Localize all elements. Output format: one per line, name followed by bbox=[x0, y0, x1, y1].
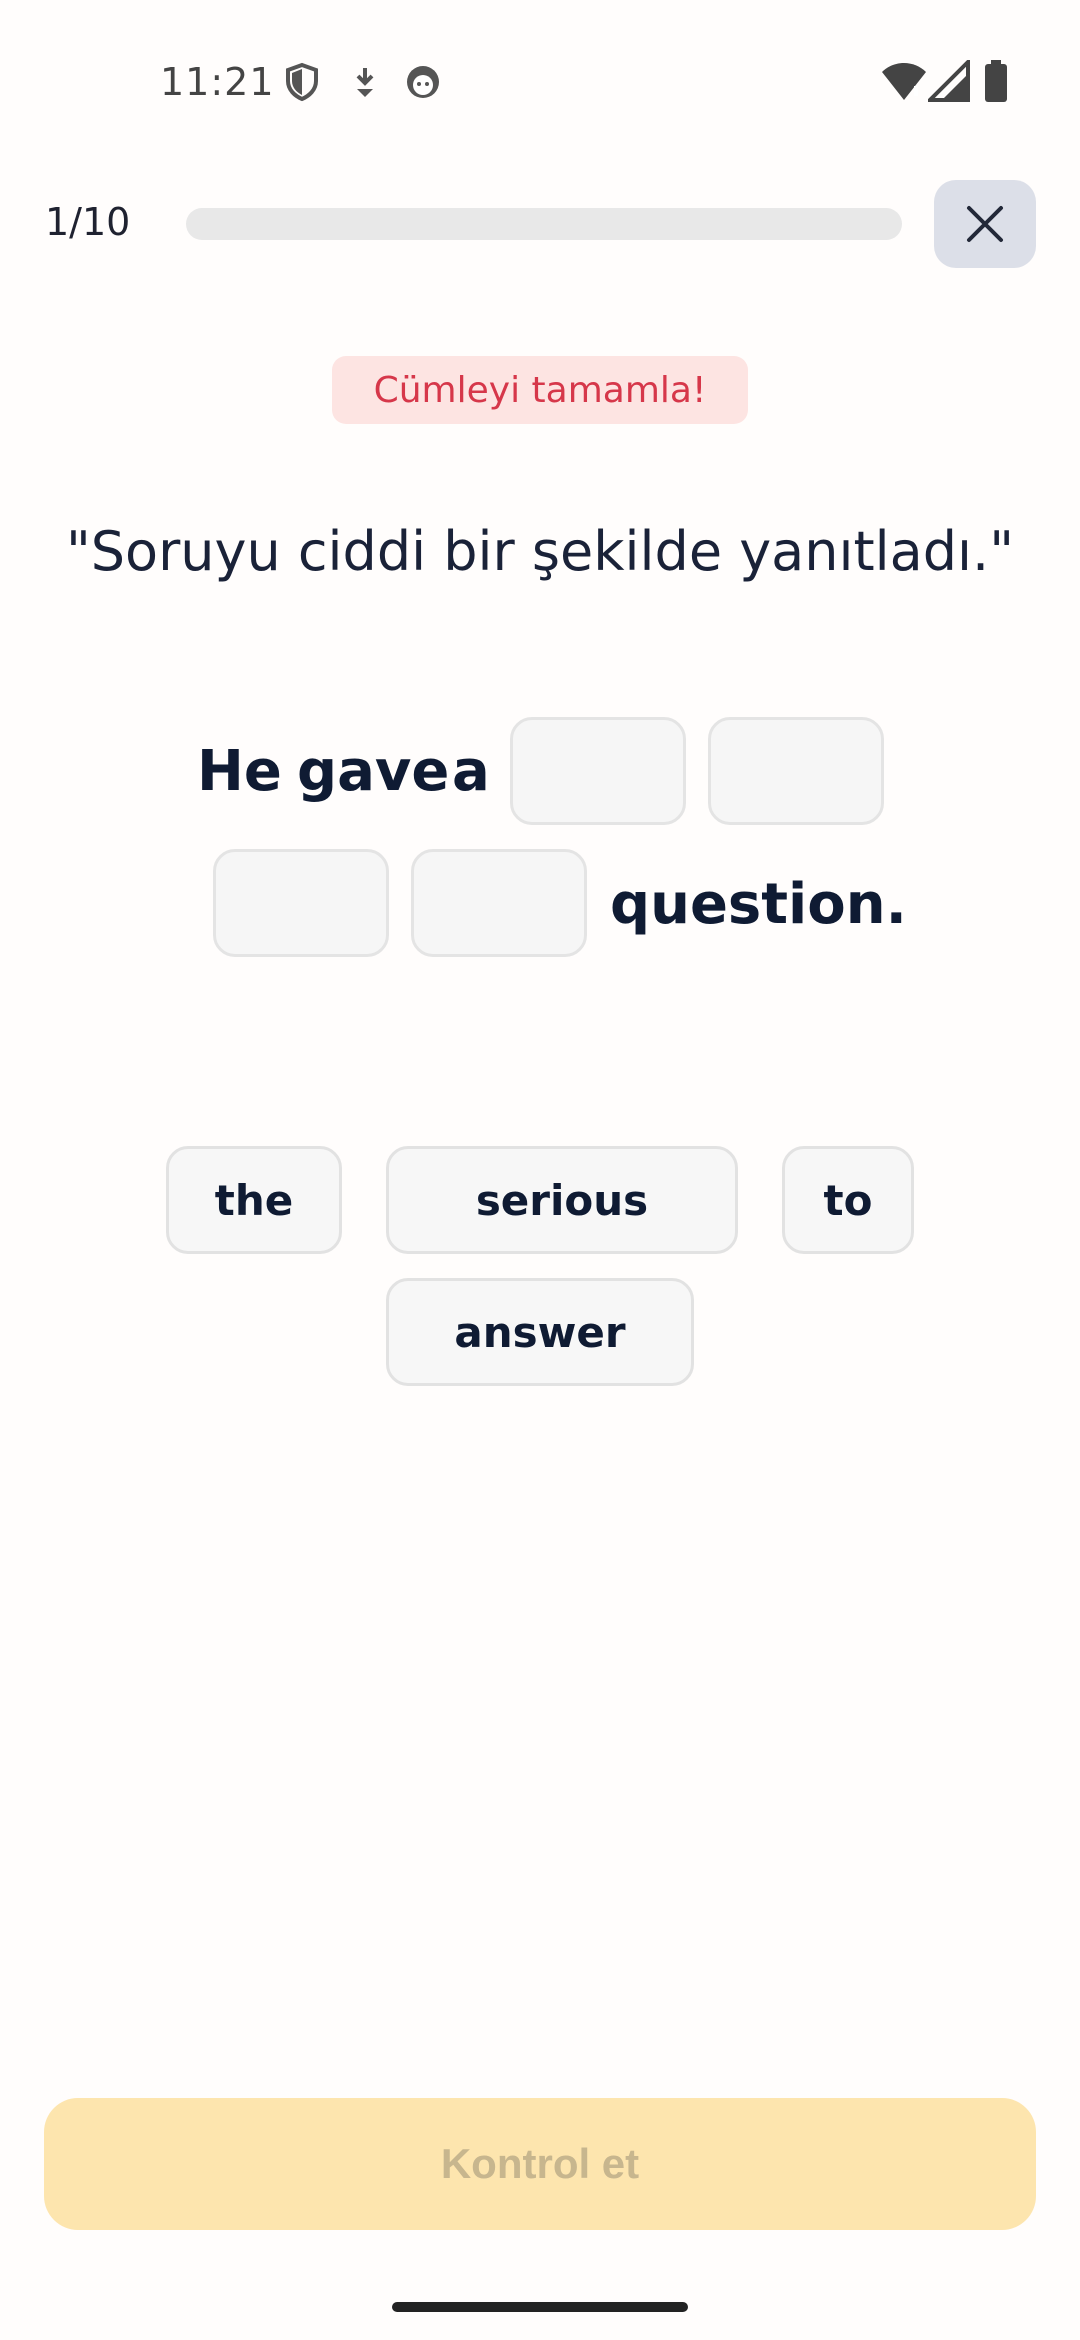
word-chip-the[interactable]: the bbox=[166, 1146, 342, 1254]
word-chip-answer[interactable]: answer bbox=[386, 1278, 694, 1386]
instruction-badge: Cümleyi tamamla! bbox=[332, 356, 748, 424]
close-button[interactable] bbox=[934, 180, 1036, 268]
screen: 11:21 1/10 Cümleyi tamamla! "Soruyu cidd… bbox=[0, 0, 1080, 2340]
progress-counter: 1/10 bbox=[45, 200, 131, 244]
prompt-sentence: "Soruyu ciddi bir şekilde yanıtladı." bbox=[65, 520, 1015, 583]
sentence-word: question. bbox=[610, 872, 907, 937]
answer-slot-1[interactable] bbox=[510, 717, 686, 825]
status-time: 11:21 bbox=[160, 60, 275, 104]
status-bar: 11:21 bbox=[0, 0, 1080, 110]
battery-icon bbox=[985, 60, 1007, 102]
word-chip-to[interactable]: to bbox=[782, 1146, 914, 1254]
answer-slot-2[interactable] bbox=[708, 717, 884, 825]
close-icon bbox=[967, 206, 1003, 242]
shield-icon bbox=[286, 62, 318, 102]
face-icon bbox=[407, 66, 439, 98]
word-chip-serious[interactable]: serious bbox=[386, 1146, 738, 1254]
check-button[interactable]: Kontrol et bbox=[44, 2098, 1036, 2230]
wifi-icon bbox=[882, 63, 926, 100]
progress-bar bbox=[186, 208, 902, 240]
sentence-word: He bbox=[197, 739, 282, 804]
sentence-word: a bbox=[452, 739, 490, 804]
home-indicator[interactable] bbox=[392, 2302, 688, 2312]
answer-slot-3[interactable] bbox=[213, 849, 389, 957]
sentence-word: gave bbox=[297, 739, 450, 804]
signal-icon bbox=[928, 60, 970, 102]
download-icon bbox=[356, 68, 374, 97]
answer-slot-4[interactable] bbox=[411, 849, 587, 957]
